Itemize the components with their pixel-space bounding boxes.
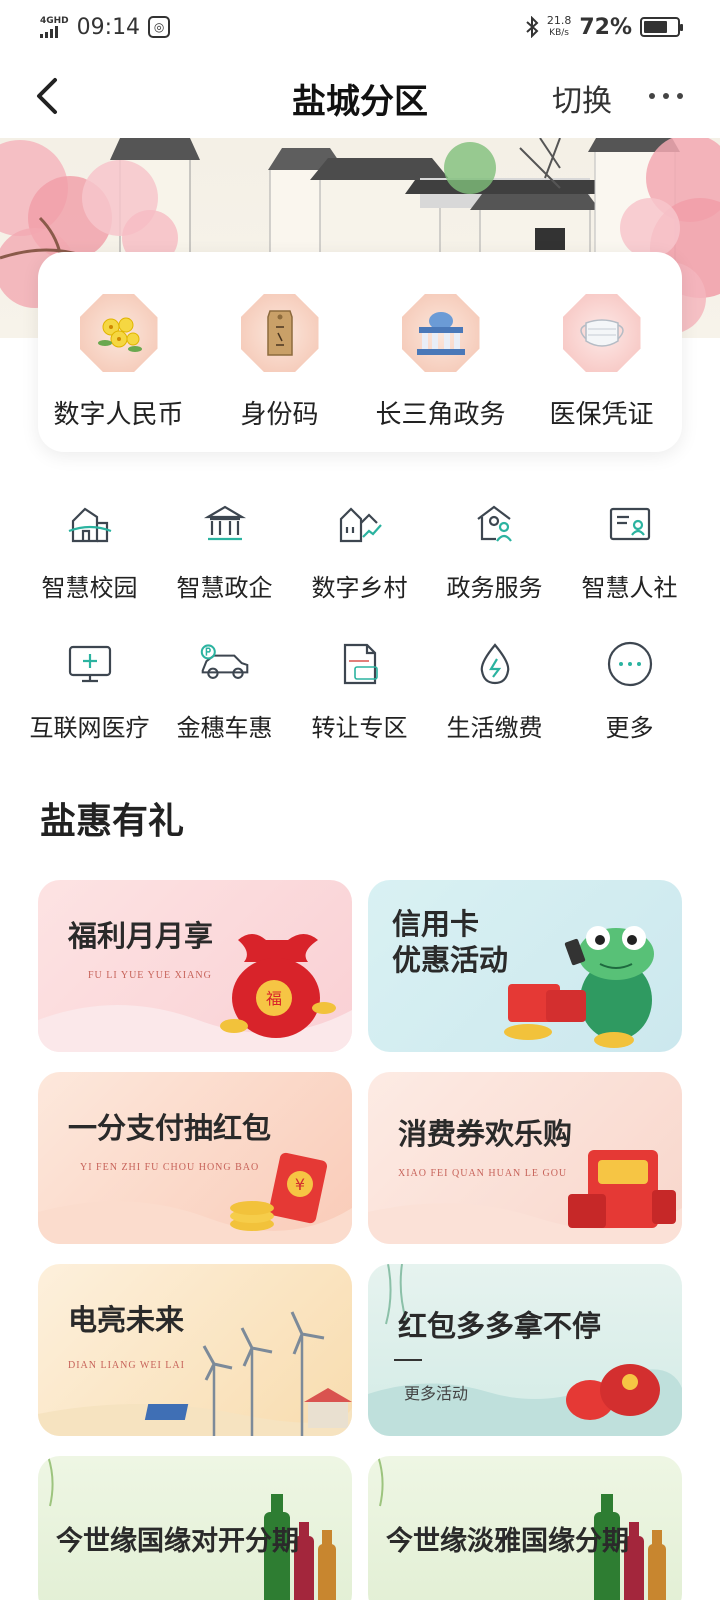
promo-title: 一分支付抽红包: [68, 1111, 272, 1145]
quick-item-yangtze-delta[interactable]: 长三角政务: [360, 252, 521, 452]
services-row: 互联网医疗 金穗车惠 转让专区 生活缴费 更多: [22, 638, 698, 778]
service-gov-affairs[interactable]: 政务服务: [427, 498, 562, 638]
car-icon: [199, 638, 251, 690]
chevron-left-icon: [37, 78, 57, 114]
landscape-redpacket-illustration: [368, 1264, 682, 1436]
service-label: 智慧人社: [581, 574, 678, 602]
gift-envelope-illustration: [368, 1150, 682, 1244]
mask-icon: [562, 294, 641, 372]
signal-bars-icon: [40, 25, 69, 38]
service-label: 金穗车惠: [176, 714, 273, 742]
promo-title: 今世缘国缘对开分期: [56, 1526, 299, 1557]
quick-item-medical-voucher[interactable]: 医保凭证: [521, 252, 682, 452]
network-speed: 21.8 KB/s: [547, 15, 572, 39]
quick-item-label: 数字人民币: [53, 400, 184, 430]
promo-welfare-monthly[interactable]: 福 福利月月享 FU LI YUE YUE XIANG: [38, 880, 352, 1052]
services-grid: 智慧校园 智慧政企 数字乡村 政务服务 智慧人社 互联网医疗 金穗车惠 转让专区…: [22, 498, 698, 778]
quick-item-id-code[interactable]: 身份码: [199, 252, 360, 452]
page-title: 盐城分区: [292, 82, 428, 122]
more-options-button[interactable]: [636, 76, 696, 116]
promo-subtitle: XIAO FEI QUAN HUAN LE GOU: [398, 1168, 568, 1179]
promo-more-activities-link[interactable]: 更多活动: [404, 1380, 468, 1404]
promo-power-future[interactable]: 电亮未来 DIAN LIANG WEI LAI: [38, 1264, 352, 1436]
quick-item-label: 长三角政务: [375, 400, 506, 430]
service-digital-village[interactable]: 数字乡村: [292, 498, 427, 638]
svg-text:福: 福: [266, 989, 282, 1008]
nav-bar: 盐城分区 切换: [0, 54, 720, 138]
service-more[interactable]: 更多: [562, 638, 697, 778]
promo-title: 电亮未来: [68, 1303, 185, 1337]
service-label: 更多: [605, 714, 654, 742]
promo-subtitle: YI FEN ZHI FU CHOU HONG BAO: [80, 1162, 260, 1173]
bluetooth-icon: [526, 16, 539, 38]
speed-value: 21.8: [546, 14, 572, 27]
service-internet-medical[interactable]: 互联网医疗: [22, 638, 157, 778]
promo-title: 消费券欢乐购: [398, 1117, 573, 1151]
speed-unit: KB/s: [549, 28, 569, 38]
promo-subtitle: DIAN LIANG WEI LAI: [68, 1360, 185, 1371]
battery-icon: [640, 17, 683, 37]
service-label: 数字乡村: [311, 574, 408, 602]
clock: 09:14: [76, 14, 141, 40]
promo-title: 信用卡 优惠活动: [392, 907, 509, 977]
promo-jinshiyuan-installment-2[interactable]: 今世缘淡雅国缘分期: [368, 1456, 682, 1600]
promo-one-cent-redpacket[interactable]: ¥ 一分支付抽红包 YI FEN ZHI FU CHOU HONG BAO: [38, 1072, 352, 1244]
promo-red-packets-nonstop[interactable]: 红包多多拿不停 更多活动: [368, 1264, 682, 1436]
promo-credit-card[interactable]: 信用卡 优惠活动: [368, 880, 682, 1052]
network-type: 4GHD: [40, 15, 69, 26]
battery-level: [644, 21, 668, 33]
switch-button[interactable]: 切换: [552, 76, 612, 120]
id-tag-icon: [240, 294, 319, 372]
more-circle-icon: [604, 638, 656, 690]
quick-item-digital-rmb[interactable]: 数字人民币: [38, 252, 199, 452]
water-drop-icon: [469, 638, 521, 690]
promo-title: 红包多多拿不停: [398, 1309, 602, 1343]
monitor-plus-icon: [64, 638, 116, 690]
quick-access-card: 数字人民币 身份码 长三角政务 医保凭证: [38, 252, 682, 452]
promo-title: 福利月月享: [68, 919, 214, 953]
service-transfer-zone[interactable]: 转让专区: [292, 638, 427, 778]
service-label: 智慧政企: [176, 574, 273, 602]
lucky-bag-illustration: 福: [38, 934, 352, 1052]
promo-title: 今世缘淡雅国缘分期: [386, 1526, 629, 1557]
status-left: 4GHD 09:14 ◎: [40, 14, 171, 40]
service-label: 互联网医疗: [29, 714, 150, 742]
service-car-benefit[interactable]: 金穗车惠: [157, 638, 292, 778]
status-bar: 4GHD 09:14 ◎ 21.8 KB/s 72%: [0, 0, 720, 54]
promo-subtitle: FU LI YUE YUE XIANG: [88, 970, 212, 981]
red-envelope-illustration: ¥: [38, 1152, 352, 1244]
transfer-document-icon: [334, 638, 386, 690]
service-smart-hr-social[interactable]: 智慧人社: [562, 498, 697, 638]
signal-indicator: 4GHD: [40, 15, 69, 38]
service-label: 政务服务: [446, 574, 543, 602]
quick-item-label: 医保凭证: [549, 400, 654, 430]
wind-turbine-illustration: [38, 1311, 352, 1436]
notification-icon: ◎: [148, 16, 171, 38]
promo-jinshiyuan-installment-1[interactable]: 今世缘国缘对开分期: [38, 1456, 352, 1600]
government-building-icon: [401, 294, 480, 372]
service-label: 转让专区: [311, 714, 408, 742]
service-label: 智慧校园: [41, 574, 138, 602]
government-icon: [199, 498, 251, 550]
battery-percent: 72%: [579, 14, 632, 40]
service-house-icon: [469, 498, 521, 550]
flower-icon: [79, 294, 158, 372]
status-right: 21.8 KB/s 72%: [525, 14, 683, 40]
service-smart-campus[interactable]: 智慧校园: [22, 498, 157, 638]
school-icon: [64, 498, 116, 550]
id-card-icon: [604, 498, 656, 550]
quick-item-label: 身份码: [240, 400, 319, 430]
village-icon: [334, 498, 386, 550]
section-title: 盐惠有礼: [40, 801, 185, 842]
service-label: 生活缴费: [446, 714, 543, 742]
svg-text:¥: ¥: [295, 1175, 305, 1194]
back-button[interactable]: [24, 74, 68, 118]
services-row: 智慧校园 智慧政企 数字乡村 政务服务 智慧人社: [22, 498, 698, 638]
service-utility-payment[interactable]: 生活缴费: [427, 638, 562, 778]
service-smart-gov-enterprise[interactable]: 智慧政企: [157, 498, 292, 638]
promo-voucher-shopping[interactable]: 消费券欢乐购 XIAO FEI QUAN HUAN LE GOU: [368, 1072, 682, 1244]
